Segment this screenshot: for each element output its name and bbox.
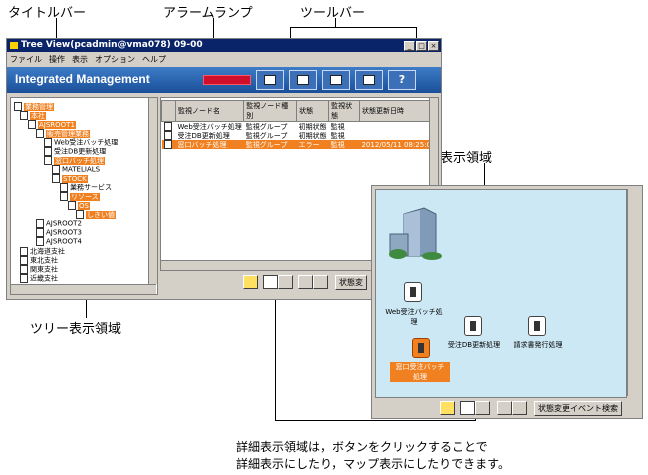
table-row[interactable]: 受注DB更新処理 監視グループ 初期状態 監視 [162, 131, 438, 140]
node-icon [68, 201, 76, 210]
zoom-out-icon[interactable] [512, 401, 527, 415]
help-button[interactable]: ? [388, 70, 416, 90]
node-icon [20, 247, 28, 256]
node-icon [76, 210, 84, 219]
status-event-search-button[interactable]: 状態変更イベント検索 [534, 401, 622, 416]
map-view-icon[interactable] [263, 275, 278, 289]
col-node-name[interactable]: 監視ノード名 [174, 100, 245, 122]
title-bar: Tree View(pcadmin@vma078) 09-00 _ □ × [7, 39, 441, 52]
map-node-label: 受注DB更新処理 [447, 341, 501, 349]
tree-node[interactable]: 近畿支社 [20, 274, 58, 284]
note-line-2: 詳細表示にしたり，マップ表示にしたりできます。 [236, 457, 510, 471]
callout-titlebar: タイトルバー [8, 6, 87, 21]
minimize-button[interactable]: _ [404, 41, 415, 51]
map-node-label: 請求書発行処理 [513, 341, 563, 349]
note-line-1: 詳細表示領域は，ボタンをクリックすることで [236, 440, 488, 454]
node-icon [14, 102, 22, 111]
menu-view[interactable]: 表示 [72, 55, 88, 64]
node-icon [20, 274, 28, 283]
leader-line [335, 18, 336, 27]
callout-alarm-lamp: アラームランプ [163, 6, 253, 21]
building-icon [389, 207, 442, 260]
leader-line [275, 290, 276, 420]
leader-line [290, 27, 416, 28]
callout-tree-area: ツリー表示領域 [30, 322, 122, 337]
col-monitor-status[interactable]: 監視状態 [328, 100, 360, 122]
node-icon [163, 131, 172, 140]
map-node-label: 窓口受注バッチ 処理 [390, 362, 450, 382]
map-node-icon[interactable] [404, 282, 422, 302]
map-node-icon[interactable] [464, 316, 482, 336]
table-header: 監視ノード名 監視ノード種別 状態 監視状態 状態更新日時 [161, 100, 439, 122]
node-icon [36, 237, 44, 246]
status-event-search-button[interactable]: 状態変 [335, 275, 367, 290]
map-node-icon[interactable] [528, 316, 546, 336]
tree-node[interactable]: AJSROOT4 [36, 237, 82, 247]
close-button[interactable]: × [428, 41, 439, 51]
window-title: Tree View(pcadmin@vma078) 09-00 [21, 40, 203, 50]
refresh-icon[interactable] [243, 275, 258, 289]
col-node-type[interactable]: 監視ノード種別 [243, 100, 298, 122]
node-icon [163, 122, 172, 131]
node-icon [36, 129, 44, 138]
node-icon [20, 111, 28, 120]
tree-node[interactable]: しきい値 [76, 210, 116, 220]
app-icon [10, 42, 18, 49]
node-icon [52, 174, 60, 183]
tree-pane: 業務管理 本社 AJSROOT1 販売管理業務 Web受注バッチ処理 受注DB更… [10, 97, 158, 295]
node-icon [28, 120, 36, 129]
menu-options[interactable]: オプション [95, 55, 135, 64]
map-node-icon-error[interactable] [412, 338, 430, 358]
node-icon [36, 219, 44, 228]
node-icon [44, 156, 52, 165]
node-icon [20, 256, 28, 265]
detail-view-icon[interactable] [278, 275, 293, 289]
zoom-in-icon[interactable] [298, 275, 313, 289]
node-icon [60, 192, 68, 201]
app-title: Integrated Management [15, 72, 150, 86]
zoom-in-icon[interactable] [497, 401, 512, 415]
tree-scrollbar-h[interactable] [11, 284, 156, 294]
menu-file[interactable]: ファイル [10, 55, 42, 64]
chart-icon[interactable] [289, 70, 317, 90]
node-icon [44, 147, 52, 156]
table-row[interactable]: 窓口バッチ処理 監視グループ エラー 監視 2012/05/11 08:25:06 [161, 140, 438, 149]
detail-view-icon[interactable] [475, 401, 490, 415]
callout-toolbar: ツールバー [300, 6, 366, 21]
tree-scrollbar-v[interactable] [148, 98, 157, 284]
table-row[interactable]: Web受注バッチ処理 監視グループ 初期状態 監視 [162, 122, 438, 131]
menu-bar: ファイル 操作 表示 オプション ヘルプ [7, 53, 441, 66]
grid-icon[interactable] [322, 70, 350, 90]
map-view-window: Web受注バッチ処理 受注DB更新処理 請求書発行処理 窓口受注バッチ 処理 状態… [371, 185, 643, 419]
col-updated-at[interactable]: 状態更新日時 [358, 100, 439, 122]
node-icon [163, 140, 172, 149]
list-icon[interactable] [256, 70, 284, 90]
node-icon [36, 228, 44, 237]
col-status[interactable]: 状態 [296, 100, 330, 122]
refresh-icon[interactable] [440, 401, 455, 415]
node-icon [52, 165, 60, 174]
leader-line [275, 420, 475, 421]
map-area: Web受注バッチ処理 受注DB更新処理 請求書発行処理 窓口受注バッチ 処理 [375, 189, 627, 398]
menu-help[interactable]: ヘルプ [142, 55, 166, 64]
menu-operation[interactable]: 操作 [49, 55, 65, 64]
monitor-table: 監視ノード名 監視ノード種別 状態 監視状態 状態更新日時 Web受注バッチ処理… [161, 100, 439, 149]
node-icon [20, 265, 28, 274]
node-icon [44, 138, 52, 147]
map-scrollbar-v[interactable] [627, 189, 637, 396]
zoom-out-icon[interactable] [313, 275, 328, 289]
map-view-icon[interactable] [460, 401, 475, 415]
node-icon [60, 183, 68, 192]
alarm-lamp[interactable] [203, 75, 251, 85]
card-icon[interactable] [355, 70, 383, 90]
map-node-label: Web受注バッチ処理 [385, 308, 443, 326]
app-banner: Integrated Management ? [7, 67, 441, 93]
maximize-button[interactable]: □ [416, 41, 427, 51]
